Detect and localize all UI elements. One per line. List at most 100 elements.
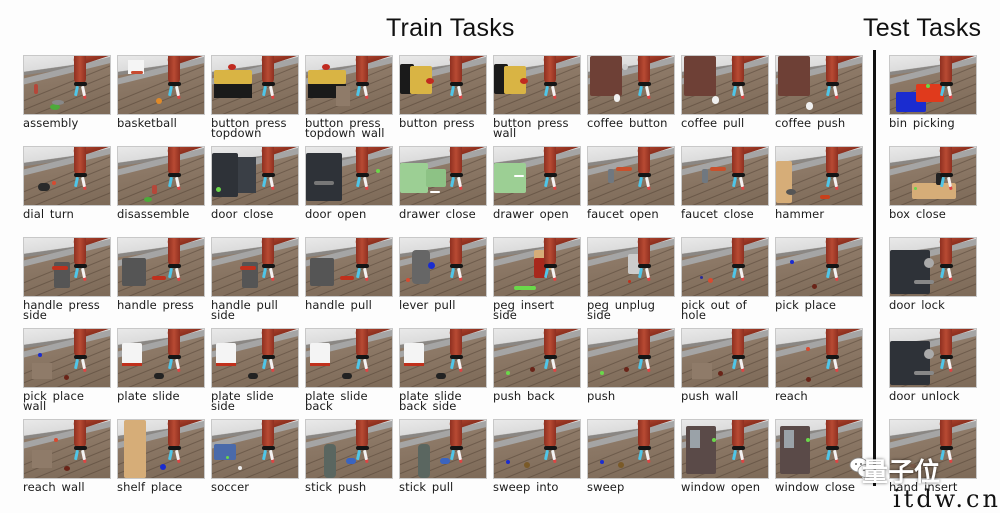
robot-arm [544,56,556,84]
floor-plank [776,262,862,296]
floor-plank [682,262,768,296]
robot-arm [544,238,556,266]
task-thumbnail [305,146,393,206]
scene-object [122,363,142,366]
train-task-tile: pick out of hole [681,237,769,321]
robot-finger-l [825,358,832,370]
floor-plank [682,180,768,205]
task-thumbnail [681,237,769,297]
task-label: assembly [23,116,79,130]
task-label: door lock [889,298,945,312]
task-label: pick place wall [23,389,85,413]
scene-object [440,458,450,464]
robot-arm [74,420,86,448]
floor-plank [494,362,580,387]
robot-finger-l [825,267,832,279]
test-task-tile: bin picking [889,55,977,129]
train-task-tile: coffee button [587,55,675,130]
scene-object [776,161,792,203]
task-label: push [587,389,616,403]
scene-object [418,444,430,478]
scene-object [926,84,930,88]
task-thumbnail [889,328,977,388]
scene-object [406,278,410,282]
scene-object [806,438,810,442]
scene-object [702,169,708,183]
robot-finger-l [73,449,80,461]
train-task-tile: plate slide back side [399,328,487,413]
task-thumbnail [775,55,863,115]
robot-arm [940,420,952,448]
robot-finger-l [355,267,362,279]
task-thumbnail [889,55,977,115]
train-task-tile: plate slide side [211,328,299,412]
scene-object [786,189,796,195]
scene-object [64,466,70,471]
train-task-tile: hammer [775,146,863,220]
robot-arm [168,420,180,448]
task-thumbnail [117,146,205,206]
robot-finger-l [825,449,832,461]
task-label: coffee pull [681,116,745,130]
scene-object [618,462,624,468]
task-thumbnail [681,55,769,115]
floor-plank [588,453,674,478]
scene-object [248,373,258,379]
train-task-tile: stick pull [399,419,487,493]
task-thumbnail [775,146,863,206]
scene-object [131,71,143,74]
scene-object [156,98,162,104]
train-task-tile: push wall [681,328,769,402]
task-label: plate slide back side [399,389,462,413]
task-label: coffee push [775,116,846,130]
scene-object [684,56,716,96]
task-thumbnail [399,55,487,115]
task-label: dial turn [23,207,74,221]
scene-object [622,64,628,70]
train-test-divider [873,50,876,486]
train-task-tile: coffee push [775,55,863,130]
robot-finger-l [939,267,946,279]
task-thumbnail [587,419,675,479]
robot-finger-l [167,176,174,188]
scene-object [214,444,236,460]
task-thumbnail [305,419,393,479]
scene-object [600,460,604,464]
scene-object [506,460,510,464]
scene-object [214,70,252,84]
scene-object [310,258,334,286]
task-label: coffee button [587,116,668,130]
robot-finger-l [939,85,946,97]
train-task-tile: handle pull [305,237,393,311]
robot-arm [544,420,556,448]
scene-object [712,96,719,104]
robot-arm [638,56,650,84]
scene-object [216,187,221,192]
scene-object [784,430,794,448]
robot-finger-l [939,449,946,461]
task-thumbnail [117,55,205,115]
robot-arm [940,56,952,84]
robot-arm [450,238,462,266]
robot-arm [732,420,744,448]
train-task-tile: button press wall [493,55,581,139]
task-thumbnail [889,237,977,297]
task-label: peg unplug side [587,298,655,322]
robot-finger-l [261,449,268,461]
task-thumbnail [305,237,393,297]
scene-object [38,183,50,191]
floor-plank [776,353,862,387]
train-task-tile: basketball [117,55,205,129]
train-task-tile: sweep [587,419,675,493]
test-task-tile: box close [889,146,977,220]
robot-arm [826,56,838,84]
scene-object [308,70,346,84]
robot-arm [544,147,556,175]
train-task-tile: window close [775,419,863,493]
train-task-tile: stick push [305,419,393,493]
robot-finger-l [355,358,362,370]
task-thumbnail [399,419,487,479]
scene-object [692,363,712,379]
train-task-tile: disassemble [117,146,205,220]
train-task-tile: faucet open [587,146,675,220]
